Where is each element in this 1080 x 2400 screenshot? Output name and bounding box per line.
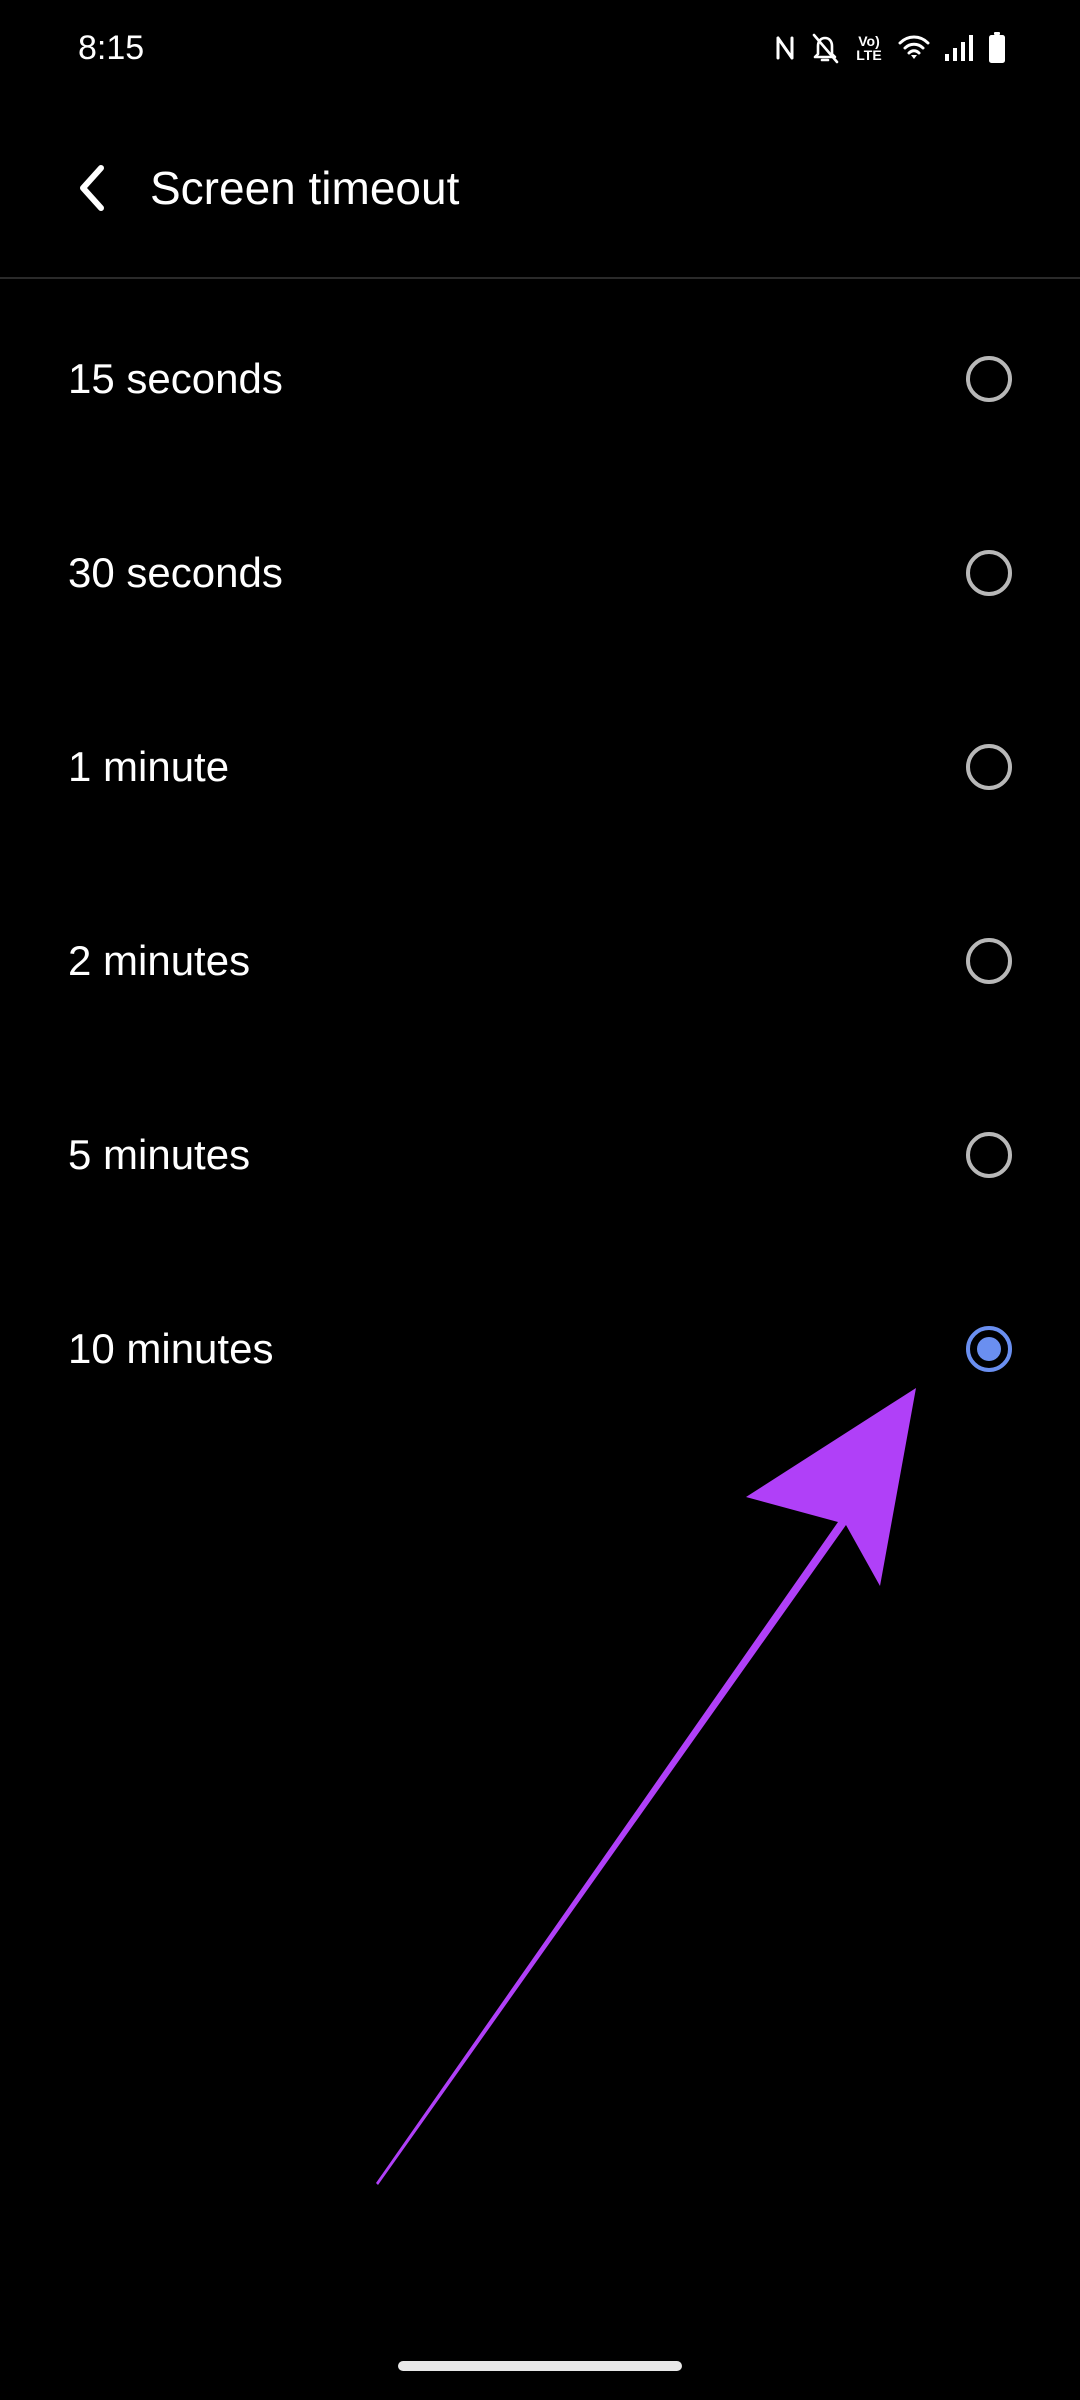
status-bar: 8:15 Vo) LTE	[0, 0, 1080, 96]
radio-button-selected[interactable]	[966, 1326, 1012, 1372]
option-label: 2 minutes	[68, 937, 251, 984]
radio-button[interactable]	[966, 356, 1012, 402]
gesture-nav-handle[interactable]	[398, 2361, 682, 2371]
volte-line2: LTE	[856, 47, 882, 63]
radio-button[interactable]	[966, 744, 1012, 790]
option-2-minutes[interactable]: 2 minutes	[0, 864, 1080, 1058]
option-15-seconds[interactable]: 15 seconds	[0, 282, 1080, 476]
option-label: 15 seconds	[68, 355, 283, 402]
bell-off-icon	[812, 33, 839, 64]
option-10-minutes[interactable]: 10 minutes	[0, 1252, 1080, 1446]
timeout-options-list: 15 seconds 30 seconds 1 minute 2 minutes…	[0, 282, 1080, 1446]
option-30-seconds[interactable]: 30 seconds	[0, 476, 1080, 670]
radio-button[interactable]	[966, 550, 1012, 596]
page-title: Screen timeout	[150, 162, 460, 214]
volte-icon: Vo) LTE	[854, 34, 884, 62]
option-1-minute[interactable]: 1 minute	[0, 670, 1080, 864]
option-5-minutes[interactable]: 5 minutes	[0, 1058, 1080, 1252]
option-label: 5 minutes	[68, 1131, 251, 1178]
wifi-icon	[898, 35, 930, 59]
status-icons: Vo) LTE	[774, 26, 1006, 70]
option-label: 1 minute	[68, 743, 230, 790]
option-label: 10 minutes	[68, 1325, 274, 1372]
status-time: 8:15	[78, 29, 145, 67]
chevron-left-icon	[80, 165, 104, 211]
volte-line1: Vo)	[858, 33, 880, 49]
option-label: 30 seconds	[68, 549, 283, 596]
radio-button[interactable]	[966, 1132, 1012, 1178]
divider	[0, 277, 1080, 279]
signal-icon	[945, 35, 973, 61]
radio-button[interactable]	[966, 938, 1012, 984]
nfc-icon	[776, 36, 794, 60]
app-bar: Screen timeout	[0, 120, 1080, 256]
back-button[interactable]	[62, 158, 122, 218]
battery-icon	[989, 32, 1005, 63]
